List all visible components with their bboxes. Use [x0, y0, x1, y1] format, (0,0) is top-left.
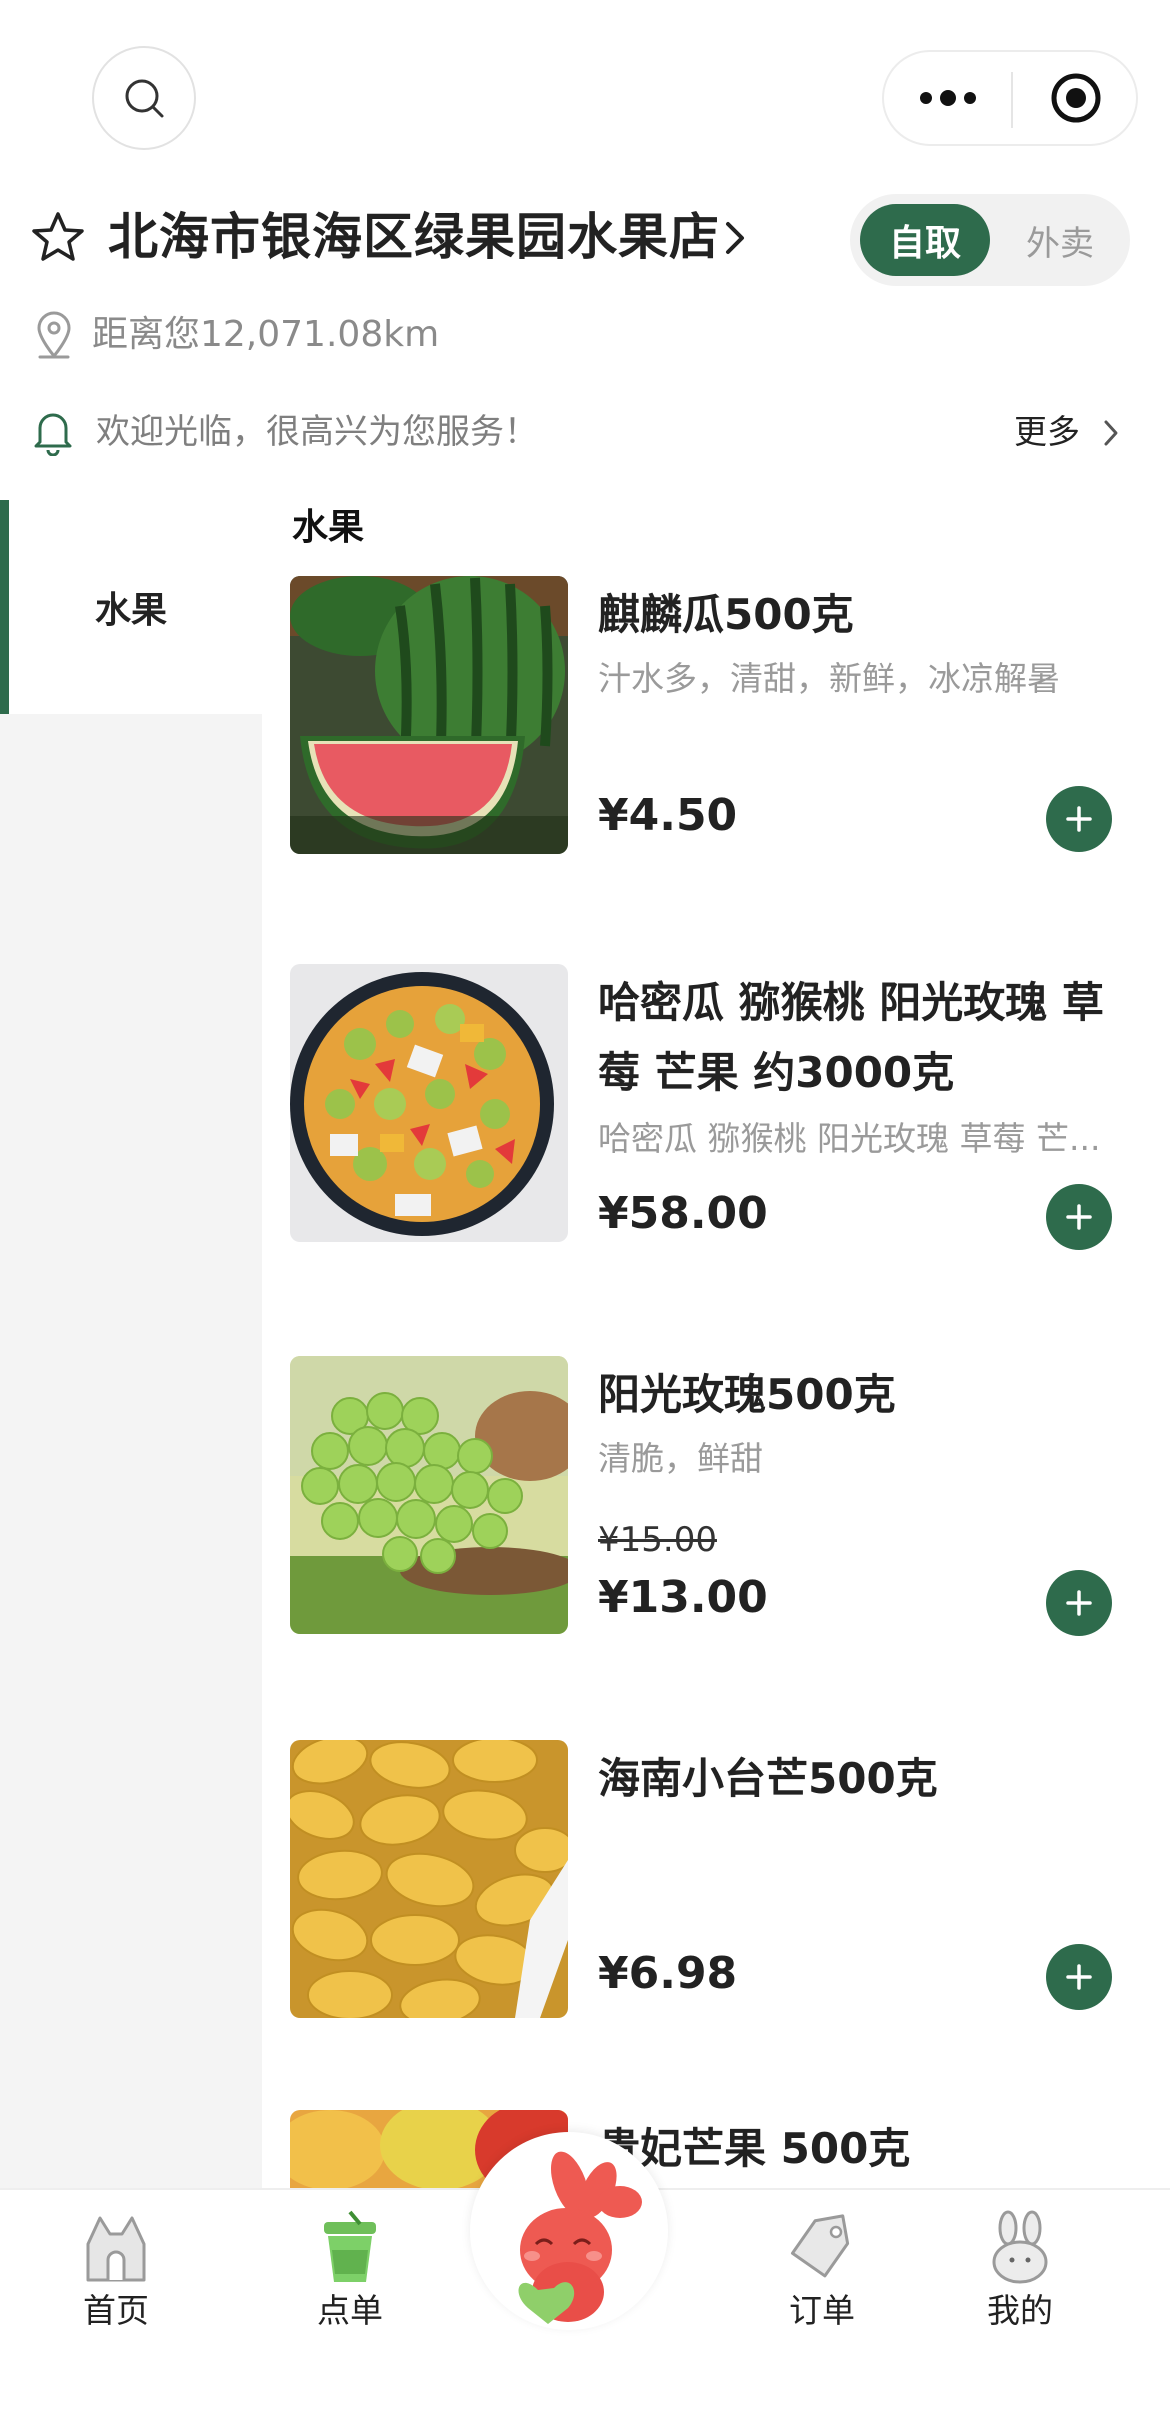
sidebar-item-label: 水果: [94, 590, 167, 631]
tab-label: 首页: [83, 2291, 149, 2330]
product-price: ¥13.00: [598, 1572, 768, 1623]
chevron-right-icon[interactable]: [718, 218, 752, 258]
add-to-cart-button[interactable]: [1046, 1570, 1112, 1636]
product-item[interactable]: 哈密瓜 猕猴桃 阳光玫瑰 草莓 芒果 约3000克 哈密瓜 猕猴桃 阳光玫瑰 草…: [290, 964, 1150, 1250]
more-options-button[interactable]: [884, 52, 1011, 144]
search-button[interactable]: [92, 46, 196, 150]
product-item[interactable]: 贵妃芒果 500克: [290, 2110, 1150, 2188]
favorite-star-icon[interactable]: [30, 210, 86, 266]
tab-label: 订单: [789, 2291, 855, 2330]
sidebar-item-fruit[interactable]: 水果: [0, 500, 262, 714]
tab-menu[interactable]: 点单: [270, 2190, 430, 2350]
add-to-cart-button[interactable]: [1046, 786, 1112, 852]
distance-text: 距离您12,071.08km: [92, 314, 440, 355]
active-indicator: [0, 500, 9, 714]
product-image-fruit-bowl[interactable]: [290, 964, 568, 1242]
pickup-delivery-toggle: 自取 外卖: [850, 194, 1130, 286]
tab-orders[interactable]: 订单: [742, 2190, 902, 2350]
product-item[interactable]: 海南小台芒500克 ¥6.98: [290, 1740, 1150, 2020]
delivery-option[interactable]: 外卖: [1000, 204, 1120, 276]
tab-label: 点单: [317, 2291, 383, 2330]
rabbit-mascot-icon: [518, 2151, 642, 2324]
close-miniprogram-button[interactable]: [1013, 52, 1138, 144]
rabbit-icon: [992, 2210, 1048, 2284]
product-name[interactable]: 贵妃芒果 500克: [598, 2114, 1138, 2184]
bell-icon: [34, 413, 72, 456]
store-name[interactable]: 北海市银海区绿果园水果店: [108, 204, 720, 270]
more-link[interactable]: 更多: [1014, 406, 1080, 458]
product-description: 哈密瓜 猕猴桃 阳光玫瑰 草莓 芒...: [598, 1119, 1101, 1158]
plus-icon: [1066, 1964, 1092, 1990]
more-dots-icon: [919, 90, 976, 106]
product-name[interactable]: 麒麟瓜500克: [598, 580, 1138, 650]
plus-icon: [1066, 1204, 1092, 1230]
mascot-center-button[interactable]: [470, 2132, 668, 2330]
product-price: ¥6.98: [598, 1948, 738, 1999]
tag-icon: [790, 2214, 850, 2278]
product-name[interactable]: 阳光玫瑰500克: [598, 1360, 1138, 1430]
tab-home[interactable]: 首页: [36, 2190, 196, 2350]
notice-text: 欢迎光临，很高兴为您服务！: [96, 412, 538, 452]
product-name[interactable]: 哈密瓜 猕猴桃 阳光玫瑰 草莓 芒果 约3000克: [598, 968, 1138, 1108]
product-description: 清脆，鲜甜: [598, 1439, 763, 1478]
tab-label: 我的: [987, 2291, 1053, 2330]
plus-icon: [1066, 806, 1092, 832]
location-pin-icon: [37, 311, 71, 359]
product-description: 汁水多，清甜，新鲜，冰凉解暑: [598, 659, 1060, 698]
section-title: 水果: [292, 507, 365, 548]
product-image-watermelon[interactable]: [290, 576, 568, 854]
search-icon: [125, 79, 164, 118]
chevron-right-icon[interactable]: [1100, 418, 1122, 448]
target-close-icon: [1051, 73, 1100, 123]
add-to-cart-button[interactable]: [1046, 1184, 1112, 1250]
add-to-cart-button[interactable]: [1046, 1944, 1112, 2010]
pickup-option[interactable]: 自取: [860, 204, 990, 276]
miniprogram-capsule: [882, 50, 1138, 146]
product-image-mangoes[interactable]: [290, 1740, 568, 2018]
product-name[interactable]: 海南小台芒500克: [598, 1744, 1138, 1814]
original-price: ¥15.00: [598, 1520, 717, 1560]
product-item[interactable]: 阳光玫瑰500克 清脆，鲜甜 ¥15.00 ¥13.00: [290, 1356, 1150, 1636]
category-sidebar: 水果: [0, 500, 262, 2190]
tab-mine[interactable]: 我的: [940, 2190, 1100, 2350]
product-price: ¥4.50: [598, 790, 738, 841]
product-item[interactable]: 麒麟瓜500克 汁水多，清甜，新鲜，冰凉解暑 ¥4.50: [290, 576, 1150, 856]
home-icon: [86, 2216, 146, 2282]
plus-icon: [1066, 1590, 1092, 1616]
cup-icon: [324, 2210, 376, 2282]
product-price: ¥58.00: [598, 1188, 768, 1239]
product-image-grapes[interactable]: [290, 1356, 568, 1634]
